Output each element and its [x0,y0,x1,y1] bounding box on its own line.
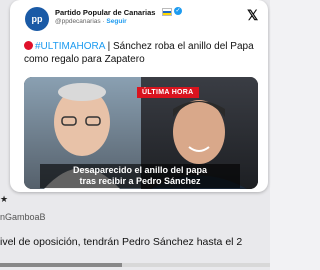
avatar-text: pp [31,14,43,24]
account-handle-line: @ppdecanarias · Seguir [55,18,127,25]
reply-user-name[interactable]: ★ [0,194,8,205]
account-avatar[interactable]: pp [25,7,49,31]
reply-user-handle[interactable]: nGamboaB [0,212,46,222]
account-name[interactable]: Partido Popular de Canarias [55,8,155,17]
progress-fill [0,263,122,267]
account-handle: @ppdecanarias [55,18,101,25]
breaking-news-label: ÚLTIMA HORA [137,87,199,98]
caption-line-2: tras recibir a Pedro Sánchez [79,176,201,186]
red-circle-icon [24,41,33,50]
x-logo-icon[interactable]: 𝕏 [247,7,258,24]
flag-icon [162,8,172,16]
follow-button[interactable]: Seguir [106,18,126,25]
hashtag-link[interactable]: #ULTIMAHORA [35,41,105,52]
reply-text: ivel de oposición, tendrán Pedro Sánchez… [0,236,243,248]
caption-line-1: Desaparecido el anillo del papa [72,165,208,175]
verified-icon: ✓ [174,7,182,15]
account-badges: ✓ [162,7,182,16]
tweet-text: #ULTIMAHORA | Sánchez roba el anillo del… [24,40,269,66]
video-progress-bar[interactable] [0,263,270,267]
image-caption: Desaparecido el anillo del papa tras rec… [40,164,240,188]
